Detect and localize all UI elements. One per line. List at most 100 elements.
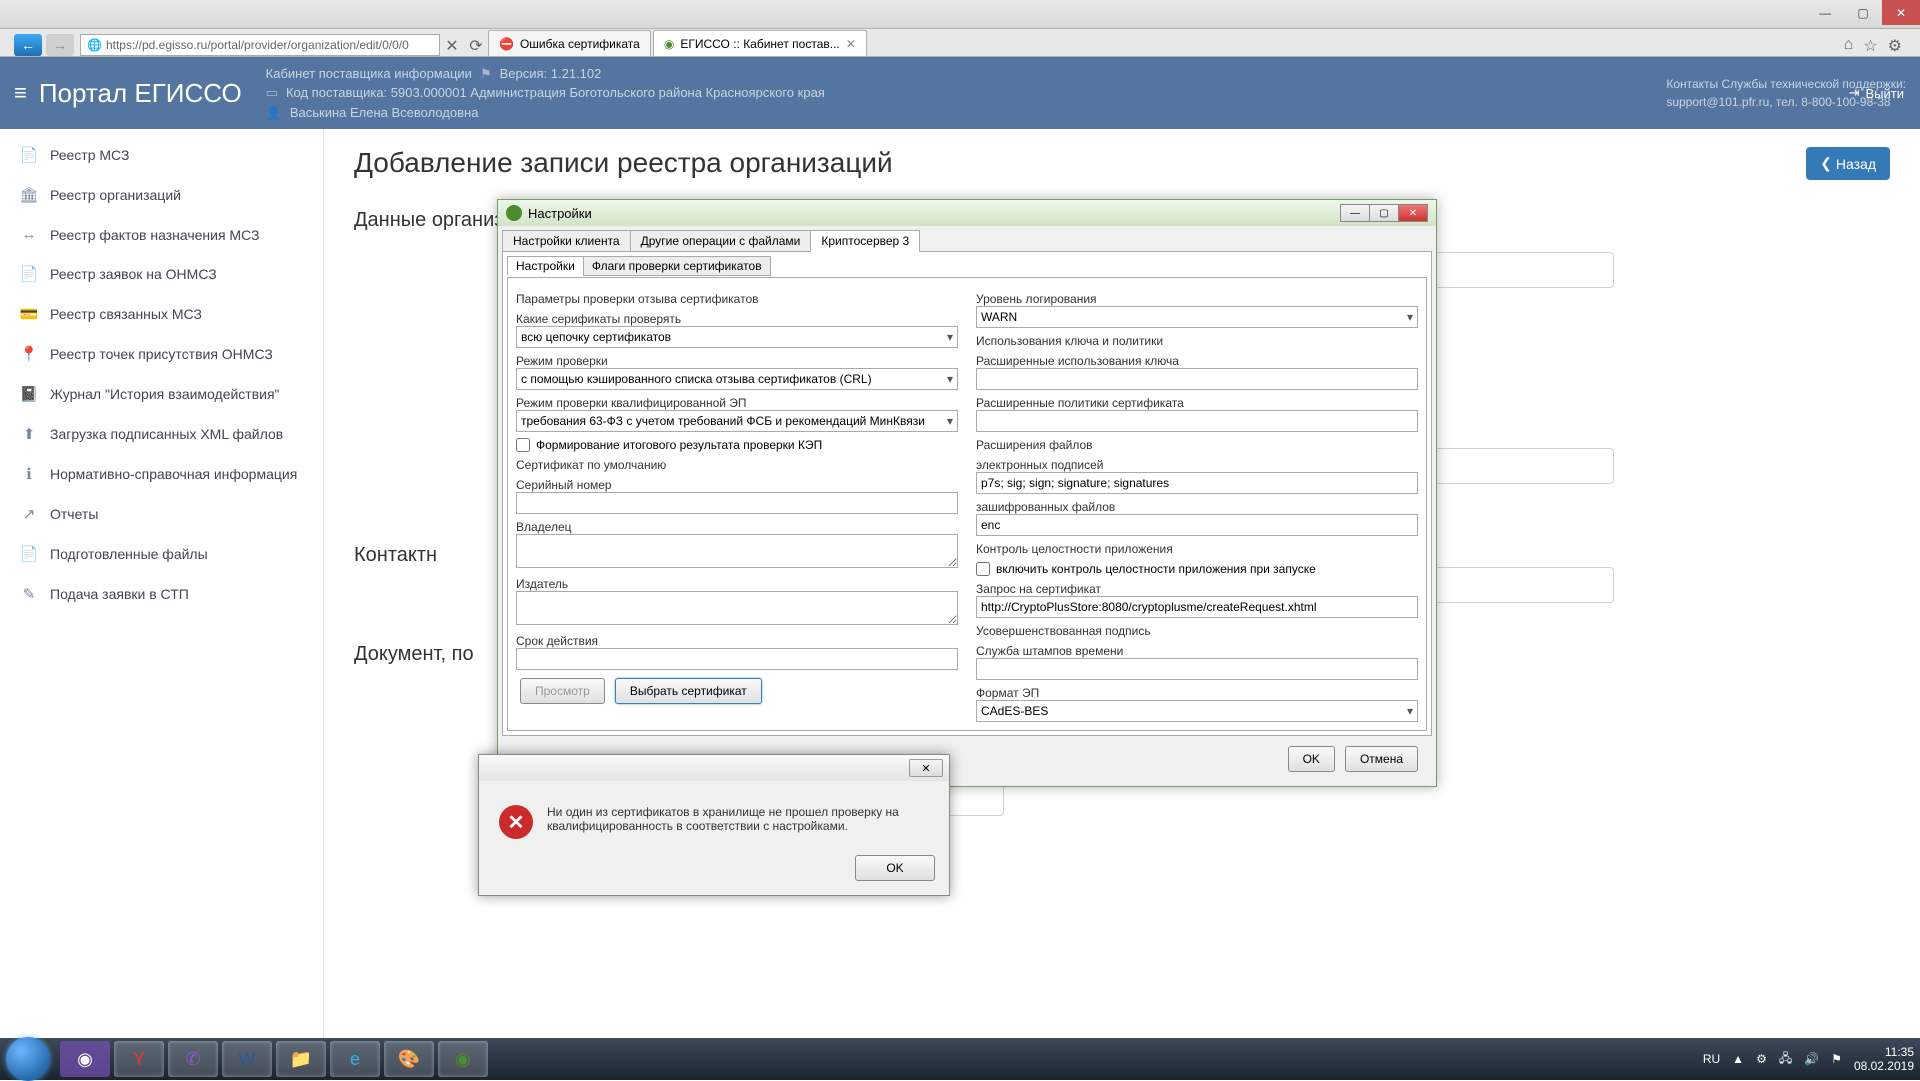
volume-icon[interactable]: 🔊: [1804, 1052, 1819, 1066]
sidebar-item-1[interactable]: 🏛Реестр организаций: [0, 175, 323, 215]
owner-input[interactable]: [516, 534, 958, 568]
view-cert-button[interactable]: Просмотр: [520, 678, 605, 704]
error-message: Ни один из сертификатов в хранилище не п…: [547, 805, 929, 833]
choose-cert-button[interactable]: Выбрать сертификат: [615, 678, 762, 704]
taskbar-ie[interactable]: e: [330, 1041, 380, 1077]
nav-back-button[interactable]: ←: [14, 34, 42, 56]
qual-mode-select[interactable]: требования 63-ФЗ с учетом требований ФСБ…: [516, 410, 958, 432]
dlg-close-button[interactable]: ✕: [1398, 204, 1428, 222]
which-certs-select[interactable]: всю цепочку сертификатов: [516, 326, 958, 348]
tab-close-icon[interactable]: ✕: [846, 37, 856, 51]
taskbar-app-3[interactable]: ✆: [168, 1041, 218, 1077]
taskbar-crypto[interactable]: ◉: [438, 1041, 488, 1077]
minimize-button[interactable]: —: [1806, 0, 1844, 25]
dlg-minimize-button[interactable]: —: [1340, 204, 1370, 222]
taskbar-app-4[interactable]: W: [222, 1041, 272, 1077]
dlg-subtab-1[interactable]: Флаги проверки сертификатов: [583, 256, 771, 276]
sidebar-item-label: Реестр фактов назначения МСЗ: [50, 227, 260, 243]
sidebar-item-9[interactable]: ↗︎Отчеты: [0, 494, 323, 534]
dialog-titlebar[interactable]: Настройки — ▢ ✕: [498, 200, 1436, 226]
label-extpol: Расширенные политики сертификата: [976, 396, 1418, 410]
address-bar[interactable]: 🌐 https://pd.egisso.ru/portal/provider/o…: [80, 34, 440, 56]
browser-tab-2[interactable]: ◉ ЕГИССО :: Кабинет постав... ✕: [653, 30, 867, 56]
check-mode-select[interactable]: с помощью кэшированного списка отзыва се…: [516, 368, 958, 390]
sidebar-icon: ✎: [20, 585, 38, 603]
lang-indicator[interactable]: RU: [1703, 1052, 1720, 1066]
tray-icon[interactable]: ▲: [1732, 1052, 1744, 1066]
maximize-button[interactable]: ▢: [1844, 0, 1882, 25]
validity-input[interactable]: [516, 648, 958, 670]
error-ok-button[interactable]: OK: [855, 855, 935, 881]
sidebar-icon: 📓: [20, 385, 38, 403]
error-close-button[interactable]: ✕: [909, 759, 943, 777]
back-button[interactable]: ❮ Назад: [1806, 147, 1890, 180]
tray-icon[interactable]: ⚑: [1831, 1052, 1842, 1066]
start-button[interactable]: [6, 1037, 50, 1081]
dlg-maximize-button[interactable]: ▢: [1369, 204, 1399, 222]
taskbar-paint[interactable]: 🎨: [384, 1041, 434, 1077]
sidebar-item-4[interactable]: 💳Реестр связанных МСЗ: [0, 294, 323, 334]
sidebar-item-5[interactable]: 📍Реестр точек присутствия ОНМСЗ: [0, 334, 323, 374]
taskbar-app-1[interactable]: ◉: [60, 1041, 110, 1077]
dlg-tab-0[interactable]: Настройки клиента: [502, 230, 631, 252]
dlg-subtab-0[interactable]: Настройки: [507, 256, 584, 276]
stop-icon[interactable]: ✕: [440, 36, 464, 56]
sidebar-item-10[interactable]: 📄Подготовленные файлы: [0, 534, 323, 574]
refresh-icon[interactable]: ⟳: [464, 36, 488, 56]
sidebar-item-label: Реестр МСЗ: [50, 147, 129, 163]
sigext-input[interactable]: [976, 472, 1418, 494]
dlg-tab-1[interactable]: Другие операции с файлами: [630, 230, 812, 252]
issuer-input[interactable]: [516, 591, 958, 625]
serial-input[interactable]: [516, 492, 958, 514]
sidebar-item-label: Подготовленные файлы: [50, 546, 208, 562]
label-default-cert: Сертификат по умолчанию: [516, 458, 958, 472]
clock[interactable]: 11:35 08.02.2019: [1854, 1045, 1914, 1074]
sidebar-item-6[interactable]: 📓Журнал "История взаимодействия": [0, 374, 323, 414]
sidebar-item-7[interactable]: ⬆︎Загрузка подписанных XML файлов: [0, 414, 323, 454]
sidebar-icon: ↔︎: [20, 226, 38, 243]
close-button[interactable]: ✕: [1882, 0, 1920, 25]
loglevel-select[interactable]: WARN: [976, 306, 1418, 328]
extpol-input[interactable]: [976, 410, 1418, 432]
favorites-icon[interactable]: ☆: [1863, 36, 1877, 56]
logout-button[interactable]: ⇥ Выйти: [1849, 85, 1904, 101]
sidebar-item-2[interactable]: ↔︎ Реестр фактов назначения МСЗ: [0, 215, 323, 254]
system-tray: RU ▲ ⚙ 🖧 🔊 ⚑ 11:35 08.02.2019: [1703, 1045, 1914, 1074]
label-certreq: Запрос на сертификат: [976, 582, 1418, 596]
sidebar-item-3[interactable]: 📄Реестр заявок на ОНМСЗ: [0, 254, 323, 294]
extkey-input[interactable]: [976, 368, 1418, 390]
taskbar-explorer[interactable]: 📁: [276, 1041, 326, 1077]
format-select[interactable]: CAdES-BES: [976, 700, 1418, 722]
sidebar-item-8[interactable]: ℹ︎Нормативно-справочная информация: [0, 454, 323, 494]
integrity-checkbox[interactable]: [976, 562, 990, 576]
label-keyuse: Использования ключа и политики: [976, 334, 1418, 348]
error-titlebar[interactable]: ✕: [479, 755, 949, 781]
settings-ok-button[interactable]: OK: [1288, 746, 1335, 772]
sidebar-item-11[interactable]: ✎Подача заявки в СТП: [0, 574, 323, 614]
sidebar-icon: ↗︎: [20, 505, 38, 523]
sidebar-item-0[interactable]: 📄 Реестр МСЗ: [0, 135, 323, 175]
label-check-mode: Режим проверки: [516, 354, 958, 368]
tab-label: Ошибка сертификата: [520, 37, 640, 51]
settings-cancel-button[interactable]: Отмена: [1345, 746, 1418, 772]
certreq-input[interactable]: [976, 596, 1418, 618]
sidebar-item-label: Реестр заявок на ОНМСЗ: [50, 266, 217, 282]
menu-icon[interactable]: ≡: [14, 80, 27, 106]
tools-icon[interactable]: ⚙: [1888, 36, 1902, 56]
sidebar-icon: 📄: [20, 146, 38, 164]
encext-input[interactable]: [976, 514, 1418, 536]
label-extkey: Расширенные использования ключа: [976, 354, 1418, 368]
nav-forward-button[interactable]: →: [46, 34, 74, 56]
tab-label: ЕГИССО :: Кабинет постав...: [680, 37, 839, 51]
tray-icon[interactable]: ⚙: [1756, 1052, 1767, 1066]
tsa-input[interactable]: [976, 658, 1418, 680]
network-icon[interactable]: 🖧: [1779, 1049, 1792, 1070]
dlg-tab-2[interactable]: Криптосервер 3: [810, 230, 920, 252]
form-result-checkbox[interactable]: [516, 438, 530, 452]
home-icon[interactable]: ⌂: [1844, 36, 1854, 56]
logout-icon: ⇥: [1849, 85, 1860, 101]
portal-info: Кабинет поставщика информации ⚑ Версия: …: [266, 64, 825, 123]
taskbar: ◉ Y ✆ W 📁 e 🎨 ◉ RU ▲ ⚙ 🖧 🔊 ⚑ 11:35 08.02…: [0, 1038, 1920, 1080]
taskbar-app-2[interactable]: Y: [114, 1041, 164, 1077]
browser-tab-1[interactable]: ⛔ Ошибка сертификата: [488, 30, 651, 56]
